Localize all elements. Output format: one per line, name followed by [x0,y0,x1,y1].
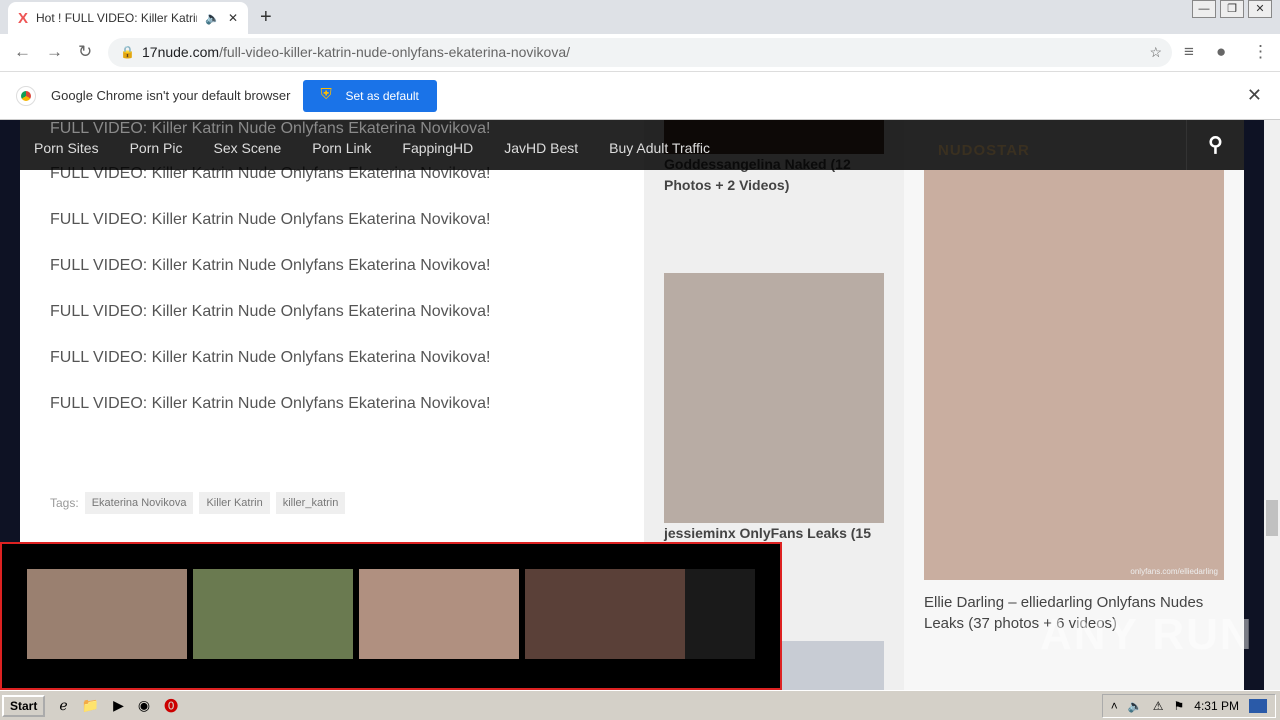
bookmark-star-icon[interactable]: ☆ [1149,38,1162,67]
network-warning-icon[interactable]: ⚠ [1153,699,1164,713]
ad-banner[interactable] [0,542,782,690]
close-tab-icon[interactable]: ✕ [228,11,238,25]
tab-bar: X Hot ! FULL VIDEO: Killer Katrin N 🔈 ✕ … [0,0,1280,34]
default-browser-infobar: Google Chrome isn't your default browser… [0,72,1280,120]
taskbar: Start ℯ 📁 ▶ ◉ ⓿ ˄ 🔈 ⚠ ⚑ 4:31 PM [0,690,1280,720]
tag-link[interactable]: Killer Katrin [199,492,270,514]
image-watermark: onlyfans.com/elliedarling [1130,567,1218,576]
stop-icon[interactable]: ⓿ [164,696,178,716]
new-tab-button[interactable]: + [260,6,272,29]
volume-icon[interactable]: 🔈 [1128,699,1143,713]
infobar-message: Google Chrome isn't your default browser [51,88,291,103]
scrollbar[interactable] [1264,120,1280,690]
chevron-up-icon[interactable]: ˄ [1111,699,1118,713]
nudostar-logo: NUDOSTAR [938,142,1030,159]
ad-thumbnail[interactable] [193,569,353,659]
forward-icon[interactable]: → [46,42,63,62]
show-desktop-icon[interactable] [1249,699,1267,713]
url-input[interactable]: 🔒 17nude.com/full-video-killer-katrin-nu… [108,38,1172,67]
set-default-button[interactable]: Set as default [303,79,437,112]
flag-icon[interactable]: ⚑ [1174,699,1185,713]
address-bar-row: ← → ↻ 🔒 17nude.com/full-video-killer-kat… [0,34,1280,72]
reload-icon[interactable]: ↻ [78,42,92,62]
clock: 4:31 PM [1194,699,1239,713]
broken-image: FULL VIDEO: Killer Katrin Nude Onlyfans … [50,120,491,137]
tag-link[interactable]: Ekaterina Novikova [84,492,194,514]
anyrun-watermark: ANY RUN [1040,610,1254,659]
tags: Tags: Ekaterina Novikova Killer Katrin k… [50,492,346,514]
maximize-button[interactable]: ❐ [1220,0,1244,18]
tags-label: Tags: [50,496,79,510]
favicon-icon: X [18,9,29,27]
nav-javhd-best[interactable]: JavHD Best [504,140,578,156]
broken-image: FULL VIDEO: Killer Katrin Nude Onlyfans … [50,349,491,366]
nav-sex-scene[interactable]: Sex Scene [214,140,282,156]
close-window-button[interactable]: ✕ [1248,0,1272,18]
chrome-taskbar-icon[interactable]: ◉ [138,697,150,714]
audio-icon[interactable]: 🔈 [205,11,220,25]
tag-link[interactable]: killer_katrin [275,492,346,514]
media-icon[interactable]: ≡ [1184,42,1194,62]
scrollbar-thumb[interactable] [1266,500,1278,536]
ad-thumbnail[interactable] [27,569,187,659]
search-icon[interactable]: ⚲ [1186,120,1244,170]
menu-icon[interactable]: ⋮ [1252,42,1269,62]
back-icon[interactable]: ← [14,42,31,62]
nav-porn-link[interactable]: Porn Link [312,140,371,156]
browser-tab[interactable]: X Hot ! FULL VIDEO: Killer Katrin N 🔈 ✕ [8,2,248,34]
broken-image: FULL VIDEO: Killer Katrin Nude Onlyfans … [50,257,491,274]
start-button[interactable]: Start [2,694,46,717]
lock-icon[interactable]: 🔒 [120,38,135,67]
media-player-icon[interactable]: ▶ [113,697,124,714]
nav-fappinghd[interactable]: FappingHD [402,140,473,156]
close-infobar-icon[interactable]: ✕ [1247,85,1262,106]
url-host: 17nude.com [142,44,220,60]
folder-icon[interactable]: 📁 [82,697,99,714]
post-thumbnail[interactable] [664,273,884,523]
profile-icon[interactable]: ● [1216,42,1226,62]
chrome-icon [16,85,36,106]
ad-thumbnail[interactable] [685,569,755,659]
nav-buy-adult-traffic[interactable]: Buy Adult Traffic [609,140,710,156]
nav-porn-sites[interactable]: Porn Sites [34,140,99,156]
broken-image: FULL VIDEO: Killer Katrin Nude Onlyfans … [50,303,491,320]
broken-image: FULL VIDEO: Killer Katrin Nude Onlyfans … [50,211,491,228]
nav-porn-pic[interactable]: Porn Pic [130,140,183,156]
url-path: /full-video-killer-katrin-nude-onlyfans-… [219,44,570,60]
minimize-button[interactable]: — [1192,0,1216,18]
post-thumbnail[interactable]: onlyfans.com/elliedarling [924,170,1224,580]
ad-thumbnail[interactable] [359,569,519,659]
tab-title: Hot ! FULL VIDEO: Killer Katrin N [36,11,197,25]
ad-thumbnail[interactable] [525,569,685,659]
system-tray: ˄ 🔈 ⚠ ⚑ 4:31 PM [1101,694,1276,718]
broken-image: FULL VIDEO: Killer Katrin Nude Onlyfans … [50,395,491,412]
ie-icon[interactable]: ℯ [59,697,67,714]
sidebar-right: onlyfans.com/elliedarling Ellie Darling … [904,120,1244,690]
post-title[interactable]: jessieminx OnlyFans Leaks (15 [664,523,884,544]
